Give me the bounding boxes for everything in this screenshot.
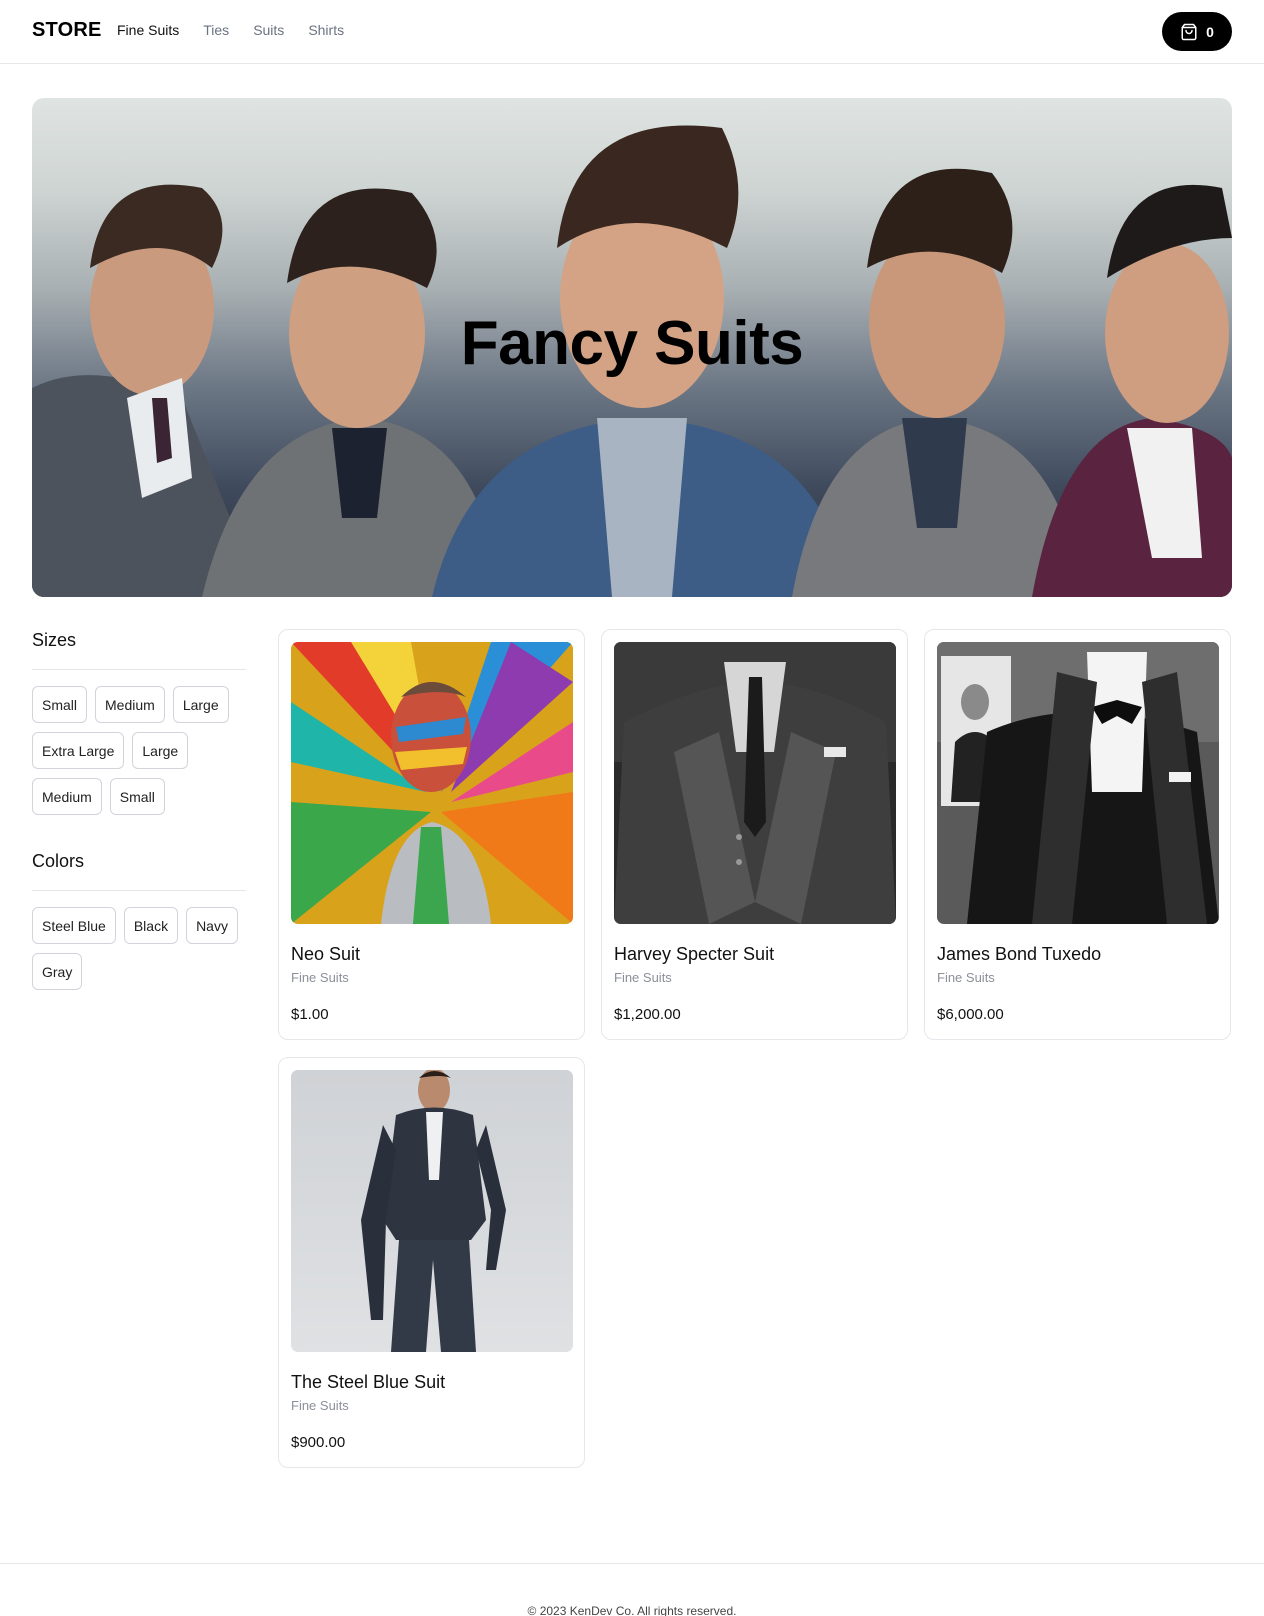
product-category: Fine Suits: [937, 970, 995, 985]
hero-title: Fancy Suits: [460, 309, 804, 378]
product-name[interactable]: Neo Suit: [291, 944, 572, 968]
size-chip-medium[interactable]: Medium: [95, 686, 165, 723]
product-category: Fine Suits: [614, 970, 672, 985]
size-chip-medium-2[interactable]: Medium: [32, 778, 102, 815]
product-price: $900.00: [291, 1434, 346, 1451]
size-chip-small-2[interactable]: Small: [109, 778, 165, 815]
product-category: Fine Suits: [291, 970, 349, 985]
store-logo[interactable]: STORE: [32, 19, 102, 42]
product-card[interactable]: Harvey Specter Suit Fine Suits $1,200.00: [601, 629, 908, 1040]
color-chip-navy[interactable]: Navy: [186, 907, 238, 944]
product-image[interactable]: [291, 1070, 573, 1352]
cart-button[interactable]: 0: [1162, 12, 1232, 51]
divider: [32, 890, 246, 891]
footer: © 2023 KenDev Co. All rights reserved.: [0, 1563, 1264, 1616]
product-price: $6,000.00: [937, 1006, 1004, 1023]
nav-link-fine-suits[interactable]: Fine Suits: [117, 22, 179, 38]
filters-sidebar: Sizes Small Medium Large Extra Large Lar…: [32, 630, 246, 990]
nav-link-ties[interactable]: Ties: [203, 22, 229, 38]
product-card[interactable]: The Steel Blue Suit Fine Suits $900.00: [278, 1057, 585, 1468]
sizes-filter: Sizes Small Medium Large Extra Large Lar…: [32, 630, 246, 815]
size-chip-extra-large[interactable]: Extra Large: [32, 732, 125, 769]
sizes-options: Small Medium Large Extra Large Large Med…: [32, 686, 246, 815]
product-category: Fine Suits: [291, 1398, 349, 1413]
color-chip-steel-blue[interactable]: Steel Blue: [32, 907, 116, 944]
size-chip-large[interactable]: Large: [172, 686, 229, 723]
product-grid: Neo Suit Fine Suits $1.00 Harvey Specter…: [278, 629, 1232, 1468]
product-name[interactable]: The Steel Blue Suit: [291, 1372, 572, 1396]
colors-title: Colors: [32, 851, 85, 871]
product-card[interactable]: Neo Suit Fine Suits $1.00: [278, 629, 585, 1040]
copyright-text: © 2023 KenDev Co. All rights reserved.: [527, 1604, 737, 1616]
nav-link-shirts[interactable]: Shirts: [308, 22, 344, 38]
color-chip-black[interactable]: Black: [123, 907, 179, 944]
size-chip-small[interactable]: Small: [32, 686, 88, 723]
product-price: $1,200.00: [614, 1006, 681, 1023]
cart-count: 0: [1206, 23, 1214, 40]
size-chip-large-2[interactable]: Large: [132, 732, 189, 769]
product-image[interactable]: [614, 642, 896, 924]
colors-options: Steel Blue Black Navy Gray: [32, 907, 246, 990]
top-navbar: STORE Fine Suits Ties Suits Shirts 0: [0, 0, 1264, 64]
hero-banner: Fancy Suits: [32, 98, 1232, 597]
main-nav: Fine Suits Ties Suits Shirts: [117, 22, 344, 38]
shopping-bag-icon: [1180, 23, 1198, 41]
product-price: $1.00: [291, 1006, 329, 1023]
product-card[interactable]: James Bond Tuxedo Fine Suits $6,000.00: [924, 629, 1231, 1040]
product-name[interactable]: Harvey Specter Suit: [614, 944, 895, 968]
divider: [32, 669, 246, 670]
product-image[interactable]: [291, 642, 573, 924]
nav-link-suits[interactable]: Suits: [253, 22, 284, 38]
product-image[interactable]: [937, 642, 1219, 924]
color-chip-gray[interactable]: Gray: [32, 953, 83, 990]
colors-filter: Colors Steel Blue Black Navy Gray: [32, 851, 246, 990]
sizes-title: Sizes: [32, 630, 77, 650]
product-name[interactable]: James Bond Tuxedo: [937, 944, 1218, 968]
